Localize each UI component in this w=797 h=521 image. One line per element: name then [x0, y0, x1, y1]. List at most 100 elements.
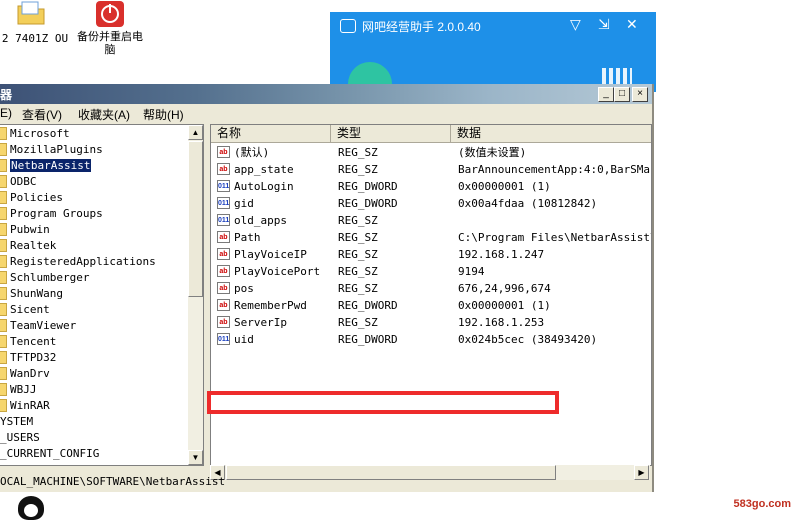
tree-item[interactable]: YSTEM: [0, 415, 33, 431]
value-row[interactable]: 011 old_apps REG_SZ: [211, 212, 651, 229]
tree-item[interactable]: Microsoft: [0, 127, 70, 143]
value-type: REG_SZ: [338, 248, 378, 261]
value-type: REG_SZ: [338, 316, 378, 329]
key-tree[interactable]: Microsoft MozillaPlugins NetbarAssist ODBC P…: [0, 124, 204, 466]
string-value-icon: ab: [217, 163, 230, 175]
menu-view[interactable]: 查看(V): [22, 106, 62, 123]
tree-item-label: Microsoft: [10, 127, 70, 140]
value-row[interactable]: ab pos REG_SZ 676,24,996,674: [211, 280, 651, 297]
close-button[interactable]: ×: [632, 87, 648, 102]
desktop-icon-label-line: 脑: [104, 44, 116, 56]
value-data: C:\Program Files\NetbarAssist\: [458, 231, 651, 244]
tree-item[interactable]: WanDrv: [0, 367, 50, 383]
assistant-window[interactable]: 网吧经营助手 2.0.0.40 ▽ ⇲ ✕: [330, 12, 656, 106]
value-row[interactable]: ab (默认) REG_SZ (数值未设置): [211, 144, 651, 161]
tree-item[interactable]: TeamViewer: [0, 319, 76, 335]
string-value-icon: ab: [217, 299, 230, 311]
tree-item[interactable]: TFTPD32: [0, 351, 56, 367]
list-header: 名称 类型 数据: [211, 125, 651, 143]
value-name: RememberPwd: [234, 299, 307, 312]
column-header-data[interactable]: 数据: [451, 125, 651, 142]
value-row[interactable]: 011 uid REG_DWORD 0x024b5cec (38493420): [211, 331, 651, 348]
scroll-thumb[interactable]: [188, 141, 203, 297]
tree-item[interactable]: NetbarAssist: [0, 159, 92, 175]
value-name: uid: [234, 333, 254, 346]
status-path: OCAL_MACHINE\SOFTWARE\NetbarAssist: [0, 475, 226, 488]
desktop-icon-folder[interactable]: [16, 0, 46, 26]
minimize-to-tray-button[interactable]: ▽: [570, 16, 581, 33]
tree-item-label: ODBC: [10, 175, 37, 188]
tree-item[interactable]: ShunWang: [0, 287, 63, 303]
tree-vertical-scrollbar[interactable]: ▲ ▼: [188, 125, 203, 465]
value-row[interactable]: ab PlayVoiceIP REG_SZ 192.168.1.247: [211, 246, 651, 263]
tree-item[interactable]: WBJJ: [0, 383, 37, 399]
tree-item[interactable]: Sicent: [0, 303, 50, 319]
registry-editor-window: 器 _ □ × E) 查看(V) 收藏夹(A) 帮助(H) Microsoft M…: [0, 84, 654, 492]
tree-item-label: Program Groups: [10, 207, 103, 220]
title-bar[interactable]: 器 _ □ ×: [0, 84, 652, 104]
value-data: 9194: [458, 265, 485, 278]
folder-icon: [0, 239, 7, 252]
tree-item-label: TeamViewer: [10, 319, 77, 332]
value-row[interactable]: 011 gid REG_DWORD 0x00a4fdaa (10812842): [211, 195, 651, 212]
folder-icon: [0, 207, 7, 220]
folder-icon: [0, 191, 7, 204]
values-list[interactable]: 名称 类型 数据 ab (默认) REG_SZ (数值未设置) ab app_state R…: [210, 124, 652, 466]
value-row[interactable]: ab ServerIp REG_SZ 192.168.1.253: [211, 314, 651, 331]
value-row[interactable]: ab PlayVoicePort REG_SZ 9194: [211, 263, 651, 280]
tree-item[interactable]: Realtek: [0, 239, 56, 255]
value-data: 192.168.1.253: [458, 316, 545, 329]
value-name: AutoLogin: [234, 180, 294, 193]
string-value-icon: ab: [217, 316, 230, 328]
tree-item-label: Tencent: [10, 335, 57, 348]
tree-item[interactable]: Schlumberger: [0, 271, 89, 287]
value-row[interactable]: ab RememberPwd REG_DWORD 0x00000001 (1): [211, 297, 651, 314]
app-logo-icon: [340, 19, 356, 33]
value-row[interactable]: 011 AutoLogin REG_DWORD 0x00000001 (1): [211, 178, 651, 195]
value-type: REG_SZ: [338, 163, 378, 176]
tree-item[interactable]: Pubwin: [0, 223, 50, 239]
desktop-icon-restart[interactable]: [95, 0, 125, 28]
binary-value-icon: 011: [217, 180, 230, 192]
qq-penguin-icon[interactable]: [18, 496, 44, 520]
scroll-down-button[interactable]: ▼: [188, 450, 203, 465]
value-type: REG_SZ: [338, 214, 378, 227]
column-header-type[interactable]: 类型: [331, 125, 451, 142]
folder-icon: [0, 255, 7, 268]
menu-favorites[interactable]: 收藏夹(A): [78, 106, 130, 123]
value-name: PlayVoiceIP: [234, 248, 307, 261]
tree-item[interactable]: WinRAR: [0, 399, 50, 415]
tree-item[interactable]: _USERS: [0, 431, 40, 447]
value-type: REG_SZ: [338, 146, 378, 159]
value-data: 0x024b5cec (38493420): [458, 333, 598, 346]
folder-icon: [0, 159, 7, 172]
tree-item[interactable]: MozillaPlugins: [0, 143, 103, 159]
folder-icon: [0, 143, 7, 156]
desktop-icon-label: 备份并重启电 脑: [70, 31, 150, 57]
value-data: 192.168.1.247: [458, 248, 545, 261]
minimize-button[interactable]: _: [598, 87, 614, 102]
folder-icon: [0, 127, 7, 140]
maximize-button[interactable]: □: [614, 87, 630, 102]
value-name: pos: [234, 282, 254, 295]
value-row[interactable]: ab Path REG_SZ C:\Program Files\NetbarAssis…: [211, 229, 651, 246]
assistant-title: 网吧经营助手 2.0.0.40: [362, 20, 481, 34]
close-button[interactable]: ✕: [626, 16, 638, 33]
string-value-icon: ab: [217, 146, 230, 158]
scroll-up-button[interactable]: ▲: [188, 125, 203, 140]
tree-item[interactable]: _CURRENT_CONFIG: [0, 447, 99, 463]
tree-item[interactable]: RegisteredApplications: [0, 255, 156, 271]
tree-item-label: Pubwin: [10, 223, 50, 236]
menu-help[interactable]: 帮助(H): [143, 106, 184, 123]
binary-value-icon: 011: [217, 197, 230, 209]
tree-item[interactable]: ODBC: [0, 175, 37, 191]
restore-icon[interactable]: ⇲: [598, 16, 610, 33]
menu-edit[interactable]: E): [0, 106, 12, 120]
folder-icon: [0, 399, 7, 412]
tree-item[interactable]: Policies: [0, 191, 63, 207]
folder-icon: [17, 1, 45, 25]
tree-item[interactable]: Program Groups: [0, 207, 103, 223]
value-row[interactable]: ab app_state REG_SZ BarAnnouncementApp:4:0,…: [211, 161, 651, 178]
tree-item[interactable]: Tencent: [0, 335, 56, 351]
column-header-name[interactable]: 名称: [211, 125, 331, 142]
